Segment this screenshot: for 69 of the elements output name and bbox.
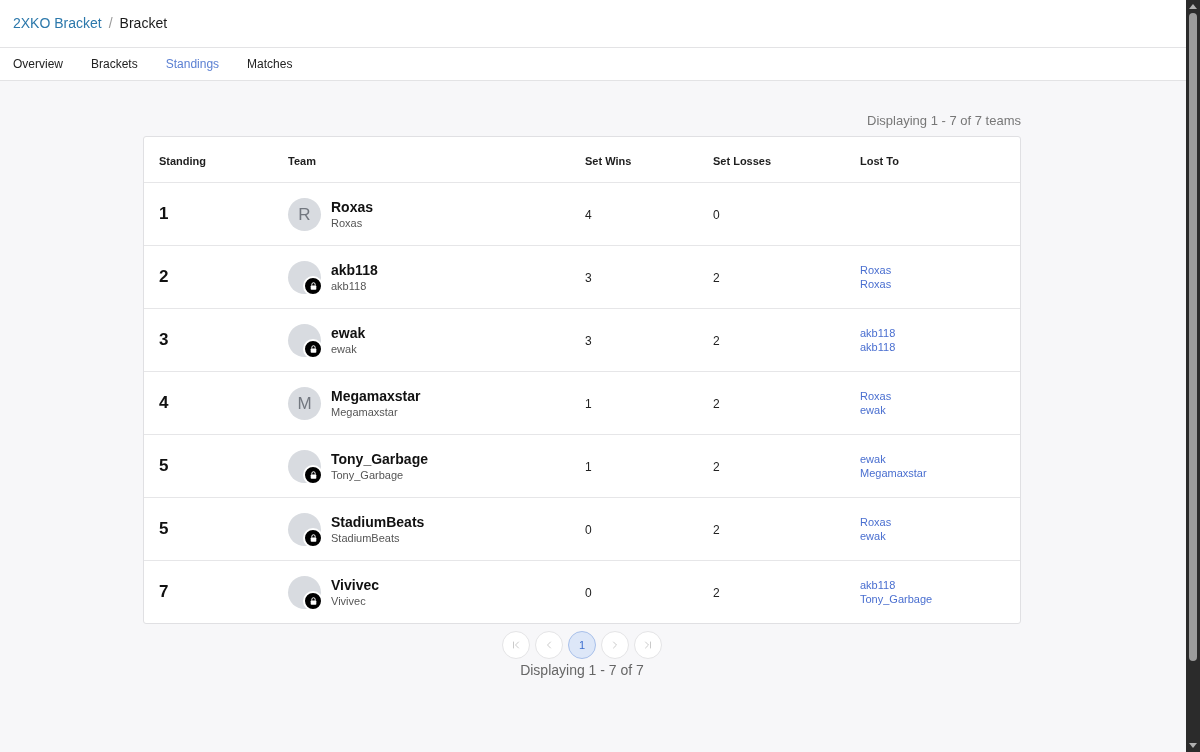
set-wins: 0 [585,586,592,600]
column-header: Set Wins [585,154,632,167]
nav-tab[interactable]: Matches [247,55,293,73]
page-button[interactable]: 1 [568,631,596,659]
team-name: Vivivec [331,576,379,594]
scroll-down-arrow-icon[interactable] [1189,743,1197,748]
team-handle: Megamaxstar [331,404,399,419]
breadcrumb-link[interactable]: 2XKO Bracket [13,13,102,34]
lost-to-link[interactable]: akb118 [860,326,896,340]
team-handle: Roxas [331,215,364,230]
team-handle: akb118 [331,278,368,293]
team-name: akb118 [331,261,378,279]
team-handle: StadiumBeats [331,530,401,545]
pagination-summary: Displaying 1 - 7 of 7 [520,661,644,679]
results-count: Displaying 1 - 7 of 7 teams [867,113,1021,128]
set-wins: 1 [585,460,592,474]
set-losses: 0 [713,208,720,222]
lost-to-link[interactable]: ewak [860,452,886,466]
scrollbar-thumb[interactable] [1189,13,1197,661]
lost-to-link[interactable]: Megamaxstar [860,466,927,480]
set-wins: 3 [585,334,592,348]
set-wins: 4 [585,208,592,222]
team-name: Megamaxstar [331,387,421,405]
team-name: ewak [331,324,366,342]
nav-tab[interactable]: Standings [165,55,220,73]
set-losses: 2 [713,397,720,411]
avatar-initial: R [298,205,311,223]
set-losses: 2 [713,523,720,537]
standing-number: 7 [159,582,169,602]
lost-to-link[interactable]: Roxas [860,277,892,291]
set-losses: 2 [713,460,720,474]
avatar-initial: M [297,394,312,412]
column-header: Standing [159,154,207,167]
scroll-up-arrow-icon[interactable] [1189,4,1197,9]
column-header: Lost To [860,154,899,167]
lost-to-link[interactable]: Roxas [860,263,892,277]
column-header: Set Losses [713,154,772,167]
nav-tab[interactable]: Brackets [91,55,138,73]
team-name: Tony_Garbage [331,450,428,468]
lost-to-link[interactable]: Roxas [860,515,892,529]
set-wins: 0 [585,523,592,537]
page-title: Bracket [119,14,168,33]
first-page-icon [510,639,522,651]
column-header: Team [288,154,316,167]
team-handle: Tony_Garbage [331,467,405,482]
lost-to-link[interactable]: ewak [860,529,886,543]
team-handle: Vivivec [331,593,367,608]
team-handle: ewak [331,341,358,356]
standing-number: 2 [159,267,169,287]
lost-to-link[interactable]: akb118 [860,578,896,592]
standing-number: 5 [159,519,169,539]
set-losses: 2 [713,586,720,600]
nav-tab[interactable]: Overview [13,55,63,73]
breadcrumb-separator: / [108,14,113,33]
standing-number: 1 [159,204,169,224]
standing-number: 4 [159,393,169,413]
set-losses: 2 [713,334,720,348]
standing-number: 5 [159,456,169,476]
standing-number: 3 [159,330,169,350]
last-page-icon [642,639,654,651]
lost-to-link[interactable]: Roxas [860,389,892,403]
lost-to-link[interactable]: akb118 [860,340,896,354]
team-name: Roxas [331,198,374,216]
set-wins: 3 [585,271,592,285]
set-wins: 1 [585,397,592,411]
set-losses: 2 [713,271,720,285]
lost-to-link[interactable]: ewak [860,403,886,417]
team-name: StadiumBeats [331,513,425,531]
lost-to-link[interactable]: Tony_Garbage [860,592,933,606]
